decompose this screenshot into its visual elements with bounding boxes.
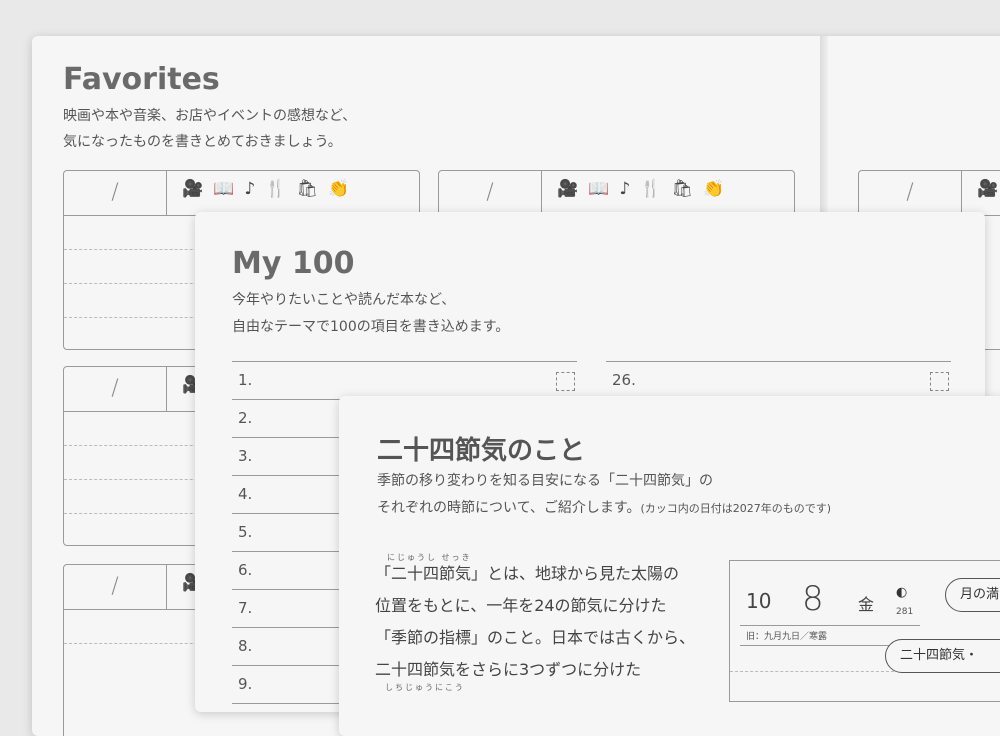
clapping-hands-icon[interactable]: 👏 — [328, 179, 359, 199]
book-icon[interactable]: 📖 — [588, 179, 619, 199]
calendar-moon-number: 281 — [896, 607, 914, 617]
my100-description-line2: 自由なテーマで100の項目を書き込めます。 — [232, 319, 510, 335]
checkbox[interactable] — [930, 372, 949, 391]
movie-camera-icon[interactable]: 🎥 — [182, 179, 213, 199]
date-slot[interactable]: / — [64, 367, 167, 411]
my100-description-line1: 今年やりたいことや読んだ本など、 — [232, 292, 456, 308]
callout-bubble: 月の満 — [945, 578, 1000, 612]
calendar-old-date: 旧：九月九日／寒露 — [746, 632, 828, 642]
sekki-page: 二十四節気のこと 季節の移り変わりを知る目安になる「二十四節気」の それぞれの時… — [339, 396, 1000, 736]
movie-camera-icon[interactable]: 🎥 — [557, 179, 588, 199]
music-note-icon[interactable]: ♪ — [244, 179, 265, 199]
calendar-month: 10 — [746, 589, 772, 613]
favorites-description-line2: 気になったものを書きとめておきましょう。 — [63, 134, 342, 150]
fork-knife-icon[interactable]: 🍴 — [265, 179, 296, 199]
category-icons: 🎥📖♪🍴🛍👏 — [182, 179, 359, 199]
date-slot[interactable]: / — [439, 171, 542, 215]
my100-title: My 100 — [232, 246, 355, 281]
date-slot[interactable]: / — [859, 171, 962, 215]
entry-header: / 🎥📖♪🍴🛍👏 — [64, 171, 419, 216]
body-line2: 位置をもとに、一年を24の節気に分けた — [375, 596, 667, 615]
clapping-hands-icon[interactable]: 👏 — [703, 179, 734, 199]
category-icons: 🎥📖♪🍴🛍👏 — [557, 179, 734, 199]
moon-phase-icon: ◐ — [896, 585, 908, 600]
sekki-title: 二十四節気のこと — [377, 436, 586, 466]
category-icons: 🎥 — [977, 179, 1000, 199]
music-note-icon[interactable]: ♪ — [619, 179, 640, 199]
favorites-title: Favorites — [63, 62, 220, 97]
list-item[interactable]: 26. — [606, 362, 951, 400]
shopping-bag-icon[interactable]: 🛍 — [296, 179, 328, 199]
fork-knife-icon[interactable]: 🍴 — [640, 179, 671, 199]
calendar-day: 8 — [802, 579, 824, 619]
list-item[interactable]: 1. — [232, 362, 577, 400]
callout-bubble: 二十四節気・ — [885, 639, 1000, 673]
entry-header: / 🎥📖♪🍴🛍👏 — [439, 171, 794, 216]
ruby-annotation: しちじゅうにこう — [385, 683, 465, 692]
body-line3: 「季節の指標」のこと。日本では古くから、 — [375, 628, 696, 647]
sekki-description-line1: 季節の移り変わりを知る目安になる「二十四節気」の — [377, 473, 713, 489]
date-slot[interactable]: / — [64, 171, 167, 215]
favorites-description-line1: 映画や本や音楽、お店やイベントの感想など、 — [63, 108, 357, 124]
date-slot[interactable]: / — [64, 565, 167, 609]
book-icon[interactable]: 📖 — [213, 179, 244, 199]
shopping-bag-icon[interactable]: 🛍 — [671, 179, 703, 199]
sekki-description-line2: それぞれの時節について、ご紹介します。(カッコ内の日付は2027年のものです) — [377, 500, 832, 516]
checkbox[interactable] — [556, 372, 575, 391]
calendar-divider — [740, 625, 920, 626]
body-line4: 二十四節気をさらに3つずつに分けた — [375, 660, 642, 679]
calendar-weekday: 金 — [858, 595, 875, 614]
body-line1: 「二十四節気」とは、地球から見た太陽の — [375, 564, 680, 583]
movie-camera-icon[interactable]: 🎥 — [977, 179, 1000, 199]
entry-header: / 🎥 — [859, 171, 1000, 216]
